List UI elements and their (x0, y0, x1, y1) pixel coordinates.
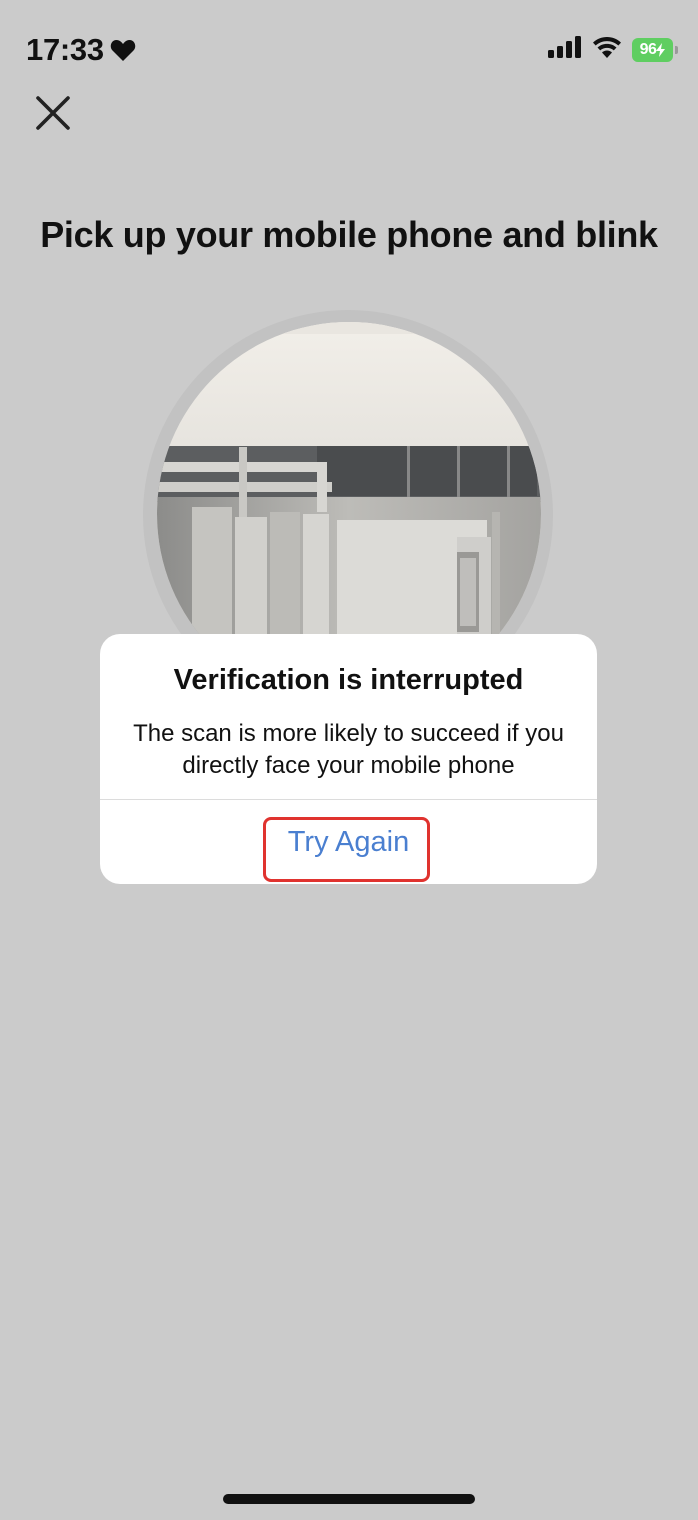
signal-icon (548, 36, 582, 63)
try-again-label: Try Again (287, 825, 410, 858)
battery-level-text: 96 (639, 40, 657, 58)
screen: 17:33 96 Pick up your mobile phone and b… (0, 0, 698, 1520)
battery-level: 96 (632, 37, 673, 62)
charging-bolt-icon (656, 42, 666, 57)
verification-dialog: Verification is interrupted The scan is … (100, 634, 597, 884)
page-title: Pick up your mobile phone and blink (40, 214, 658, 255)
close-button[interactable] (34, 94, 72, 132)
heart-icon (110, 38, 136, 62)
status-time: 17:33 (26, 32, 104, 67)
close-icon (36, 96, 70, 130)
battery-icon: 96 (632, 37, 678, 62)
status-icons: 96 (548, 36, 678, 63)
wifi-icon (592, 36, 622, 63)
battery-tip (675, 45, 678, 54)
status-bar: 17:33 96 (0, 0, 698, 100)
try-again-button[interactable]: Try Again (100, 800, 597, 884)
dialog-divider (100, 799, 597, 800)
time-group: 17:33 (26, 32, 136, 68)
dialog-message: The scan is more likely to succeed if yo… (133, 720, 564, 779)
home-indicator (223, 1494, 475, 1504)
dialog-title: Verification is interrupted (173, 664, 524, 696)
